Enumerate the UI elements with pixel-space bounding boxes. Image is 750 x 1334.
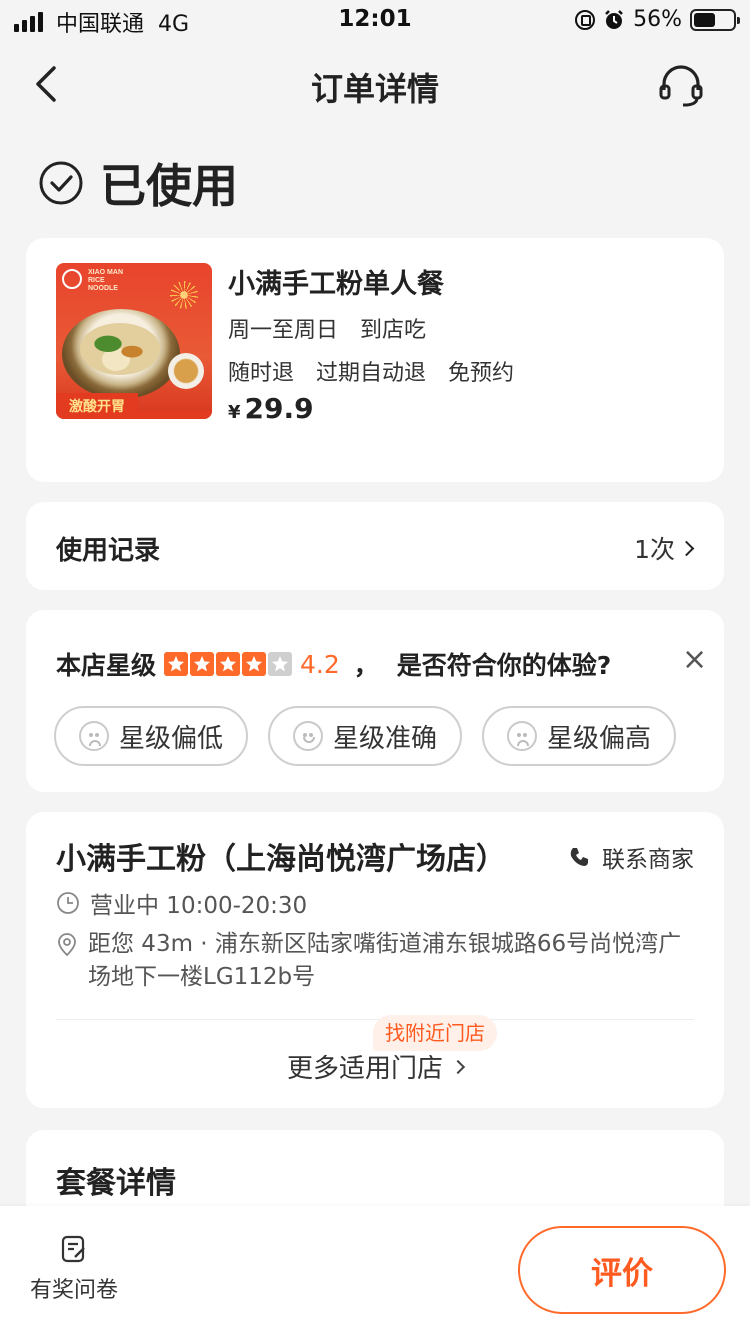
rating-low-button[interactable]: 星级偏低 [54,706,248,766]
product-price: ¥ 29.9 [228,392,314,425]
package-details-title: 套餐详情 [56,1166,176,1201]
star-filled-icon [190,652,215,676]
rating-option-label: 星级准确 [332,723,437,754]
rating-feedback-card: 本店星级 4.2 ， 是否符合你的体验? × 星级偏低 星级准确 星级偏高 [26,610,724,792]
usage-record-label: 使用记录 [56,536,161,566]
currency-symbol: ¥ [228,402,241,423]
rating-prefix: 本店星级 [56,651,157,680]
price-value: 29.9 [244,392,314,425]
product-tags-2: 随时退 过期自动退 免预约 [228,355,514,387]
nearby-stores-tag[interactable]: 找附近门店 [373,1015,497,1051]
survey-button[interactable]: 有奖问卷 [22,1234,126,1304]
status-right: 56% [575,7,740,32]
product-tag: 随时退 [228,361,295,386]
side-dish-image [168,353,204,389]
store-address[interactable]: 距您 43m · 浦东新区陆家嘴街道浦东银城路66号尚悦湾广场地下一楼LG112… [56,928,696,994]
more-stores-label: 更多适用门店 [286,1054,443,1084]
rotation-lock-icon [575,9,596,30]
store-hours-text: 营业中 10:00-20:30 [90,893,308,919]
order-status: 已使用 [38,150,238,216]
product-tag: 周一至周日 [228,318,339,343]
usage-record-row[interactable]: 使用记录 1次 [26,502,724,590]
firework-decoration [170,281,198,309]
noodle-bowl-image [62,309,180,399]
star-filled-icon [216,652,241,676]
rating-option-label: 星级偏高 [546,723,651,754]
nav-bar: 订单详情 [0,52,750,116]
rating-option-label: 星级偏低 [118,723,223,754]
rating-question: 本店星级 4.2 ， 是否符合你的体验? [56,646,611,682]
store-name[interactable]: 小满手工粉（上海尚悦湾广场店） [56,834,506,878]
alarm-icon [605,9,623,29]
rating-score: 4.2 [300,649,340,679]
contact-merchant-label: 联系商家 [602,847,694,873]
battery-fill [694,12,716,27]
usage-count: 1次 [634,535,675,564]
product-image[interactable]: XIAO MAN RICE NOODLE 激酸开胃 [56,263,212,419]
phone-icon [570,848,588,866]
check-circle-icon [39,161,83,205]
store-address-text: 距您 43m · 浦东新区陆家嘴街道浦东银城路66号尚悦湾广场地下一楼LG112… [88,931,682,990]
store-card: 小满手工粉（上海尚悦湾广场店） 联系商家 营业中 10:00-20:30 距您 … [26,812,724,1108]
divider [56,1019,694,1020]
close-icon[interactable]: × [682,645,707,675]
battery-percent: 56% [633,7,682,32]
sad-face-icon [506,721,537,751]
usage-record-count-link[interactable]: 1次 [634,530,695,566]
product-tag: 过期自动退 [316,361,427,386]
chevron-right-icon [450,1059,466,1074]
status-bar: 中国联通 4G 12:01 56% [0,0,750,40]
clock-icon [57,892,79,914]
rating-question-text: 是否符合你的体验? [396,651,612,680]
star-empty-icon [268,652,293,676]
chevron-right-icon [678,540,695,556]
review-button[interactable]: 评价 [518,1226,726,1314]
smile-face-icon [292,721,323,751]
survey-edit-icon [61,1235,85,1263]
page-title: 订单详情 [310,70,439,108]
star-filled-icon [242,652,267,676]
battery-icon [690,8,740,31]
order-status-label: 已使用 [100,159,238,213]
rating-high-button[interactable]: 星级偏高 [482,706,676,766]
product-banner: 激酸开胃 [56,393,138,419]
product-tag: 免预约 [448,361,515,386]
rating-separator: ， [353,651,379,680]
product-card[interactable]: XIAO MAN RICE NOODLE 激酸开胃 小满手工粉单人餐 周一至周日… [26,238,724,482]
star-filled-icon [164,652,189,676]
star-rating [164,652,293,676]
location-pin-icon [58,933,76,957]
survey-label: 有奖问卷 [29,1278,118,1303]
product-tags-1: 周一至周日 到店吃 [228,312,426,344]
sad-face-icon [78,721,109,751]
headset-icon[interactable] [658,62,704,108]
product-tag: 到店吃 [360,318,427,343]
bottom-action-bar: 有奖问卷 评价 [0,1206,750,1334]
more-stores-link[interactable]: 更多适用门店 [26,1048,724,1085]
contact-merchant-button[interactable]: 联系商家 [568,840,694,874]
rating-accurate-button[interactable]: 星级准确 [268,706,462,766]
store-hours: 营业中 10:00-20:30 [56,886,307,920]
product-name: 小满手工粉单人餐 [228,269,444,300]
brand-logo [62,269,82,289]
brand-text: XIAO MAN RICE NOODLE [88,269,123,292]
